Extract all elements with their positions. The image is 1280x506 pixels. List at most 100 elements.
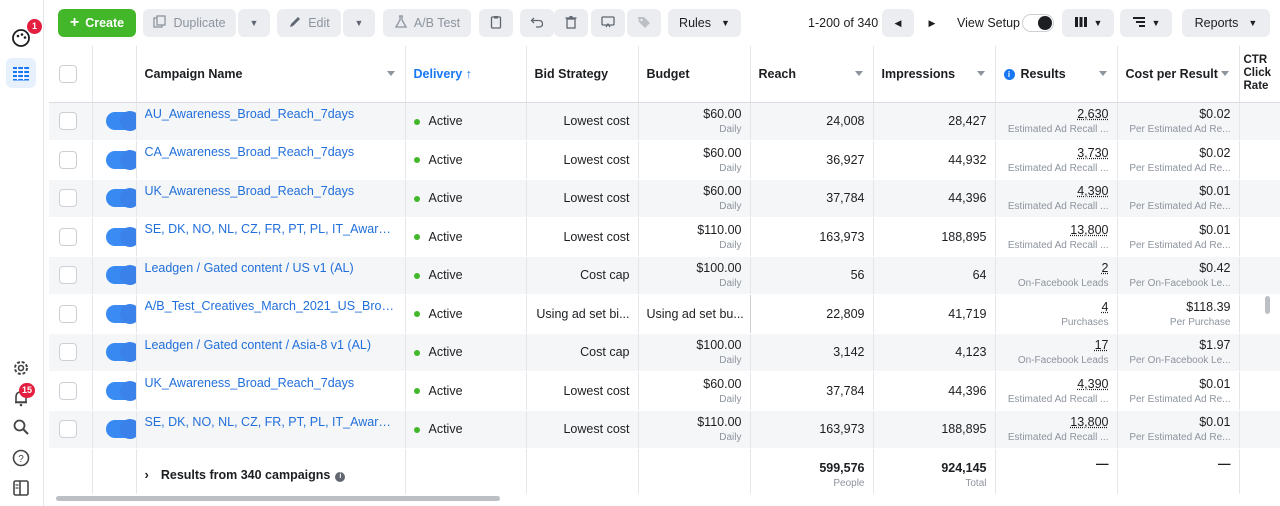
duplicate-button[interactable]: Duplicate <box>143 9 236 37</box>
caret-down-icon: ▼ <box>249 18 259 28</box>
results-cell: 4,390 Estimated Ad Recall ... <box>995 371 1118 411</box>
view-setup-toggle[interactable] <box>1022 14 1054 32</box>
table-row[interactable]: A/B_Test_Creatives_March_2021_US_Broad_.… <box>49 294 1280 334</box>
bid-strategy-cell[interactable]: Lowest cost <box>526 179 639 218</box>
budget-cell[interactable]: $60.00 Daily <box>638 179 751 218</box>
search-icon[interactable] <box>9 415 33 439</box>
row-checkbox[interactable] <box>59 304 77 323</box>
help-icon[interactable]: ? <box>9 446 33 470</box>
header-budget[interactable]: Budget <box>638 46 751 103</box>
edit-dropdown-button[interactable]: ▼ <box>343 9 375 37</box>
bid-strategy-cell[interactable]: Lowest cost <box>526 371 639 411</box>
table-row[interactable]: UK_Awareness_Broad_Reach_7days Active Lowe… <box>49 371 1280 411</box>
header-campaign-name[interactable]: Campaign Name <box>136 46 406 103</box>
row-checkbox[interactable] <box>59 343 77 362</box>
header-delivery[interactable]: Delivery ↑ <box>405 46 527 103</box>
tag-button[interactable] <box>627 9 661 37</box>
budget-cell[interactable]: Using ad set bu... <box>637 294 751 334</box>
campaign-on-off-toggle[interactable] <box>105 149 135 170</box>
table-row[interactable]: Leadgen / Gated content / Asia-8 v1 (AL)… <box>49 333 1280 372</box>
budget-cell[interactable]: $110.00 Daily <box>638 410 751 449</box>
header-ctr[interactable]: CTR Click Rate <box>1239 46 1280 103</box>
table-row[interactable]: SE, DK, NO, NL, CZ, FR, PT, PL, IT_Aware… <box>49 217 1280 257</box>
campaign-name-link[interactable]: A/B_Test_Creatives_March_2021_US_Broad_.… <box>145 299 397 313</box>
campaign-on-off-toggle[interactable] <box>105 419 135 440</box>
campaign-on-off-toggle[interactable] <box>105 265 135 286</box>
row-checkbox[interactable] <box>59 227 77 246</box>
ab-test-button[interactable]: A/B Test <box>383 9 471 37</box>
header-impressions[interactable]: Impressions <box>873 46 996 103</box>
bid-strategy-cell[interactable]: Lowest cost <box>526 102 639 141</box>
header-results[interactable]: i Results <box>995 46 1118 103</box>
campaign-name-link[interactable]: UK_Awareness_Broad_Reach_7days <box>145 376 397 390</box>
panel-icon[interactable] <box>9 476 33 500</box>
campaign-on-off-toggle[interactable] <box>105 111 135 132</box>
table-row[interactable]: CA_Awareness_Broad_Reach_7days Active Lowe… <box>49 140 1280 180</box>
table-row[interactable]: AU_Awareness_Broad_Reach_7days Active Lowe… <box>49 102 1280 141</box>
duplicate-dropdown-button[interactable]: ▼ <box>238 9 270 37</box>
vertical-scrollbar[interactable] <box>1265 296 1270 314</box>
table-row[interactable]: Leadgen / Gated content / US v1 (AL) Acti… <box>49 256 1280 295</box>
budget-cell[interactable]: $60.00 Daily <box>638 140 751 180</box>
undo-button[interactable] <box>520 9 554 37</box>
budget-cell[interactable]: $100.00 Daily <box>638 256 751 295</box>
summary-reach: 599,576 People <box>750 448 874 494</box>
edit-button[interactable]: Edit <box>277 9 341 37</box>
view-setup-label: View Setup <box>957 16 1021 30</box>
campaign-name-link[interactable]: CA_Awareness_Broad_Reach_7days <box>145 145 397 159</box>
breakdown-button[interactable]: ▼ <box>1120 9 1172 37</box>
budget-cell[interactable]: $60.00 Daily <box>638 371 751 411</box>
row-checkbox[interactable] <box>59 266 77 285</box>
clipboard-button[interactable] <box>479 9 513 37</box>
row-checkbox[interactable] <box>59 112 77 131</box>
delete-button[interactable] <box>554 9 588 37</box>
budget-cell[interactable]: $100.00 Daily <box>638 333 751 372</box>
campaign-on-off-toggle[interactable] <box>105 342 135 363</box>
bid-strategy-cell[interactable]: Lowest cost <box>526 217 639 257</box>
columns-button[interactable]: ▼ <box>1062 9 1114 37</box>
gear-icon[interactable] <box>9 356 33 380</box>
campaign-on-off-toggle[interactable] <box>105 380 135 401</box>
bid-strategy-cell[interactable]: Cost cap <box>526 333 639 372</box>
row-checkbox[interactable] <box>59 150 77 169</box>
header-reach[interactable]: Reach <box>750 46 874 103</box>
campaign-name-link[interactable]: SE, DK, NO, NL, CZ, FR, PT, PL, IT_Aware… <box>145 415 397 429</box>
preview-button[interactable] <box>591 9 625 37</box>
reports-button[interactable]: Reports ▼ <box>1182 9 1270 37</box>
row-checkbox[interactable] <box>59 420 77 439</box>
caret-right-icon: ▶ <box>928 17 936 28</box>
bid-strategy-cell[interactable]: Cost cap <box>526 256 639 295</box>
bid-strategy-cell[interactable]: Lowest cost <box>526 410 639 449</box>
campaign-name-link[interactable]: Leadgen / Gated content / Asia-8 v1 (AL) <box>145 338 397 352</box>
campaign-on-off-toggle[interactable] <box>105 188 135 209</box>
header-cost-per-result[interactable]: Cost per Result <box>1117 46 1240 103</box>
previous-page-button[interactable]: ◀ <box>882 9 914 37</box>
reach-cell: 56 <box>750 256 874 295</box>
bid-strategy-cell[interactable]: Using ad set bi... <box>526 294 639 334</box>
campaigns-table-icon[interactable] <box>6 58 36 88</box>
row-checkbox[interactable] <box>59 189 77 208</box>
header-bid-strategy[interactable]: Bid Strategy <box>526 46 639 103</box>
bid-strategy-cell[interactable]: Lowest cost <box>526 140 639 180</box>
summary-label-cell[interactable]: › Results from 340 campaigns i <box>136 448 406 494</box>
row-checkbox[interactable] <box>59 381 77 400</box>
campaign-name-link[interactable]: UK_Awareness_Broad_Reach_7days <box>145 184 397 198</box>
ctr-cell <box>1239 294 1280 334</box>
campaign-on-off-toggle[interactable] <box>105 226 135 247</box>
table-row[interactable]: SE, DK, NO, NL, CZ, FR, PT, PL, IT_Aware… <box>49 410 1280 449</box>
campaign-name-link[interactable]: SE, DK, NO, NL, CZ, FR, PT, PL, IT_Aware… <box>145 222 397 236</box>
campaign-on-off-toggle[interactable] <box>105 303 135 324</box>
table-row[interactable]: UK_Awareness_Broad_Reach_7days Active Lowe… <box>49 179 1280 218</box>
budget-cell[interactable]: $110.00 Daily <box>638 217 751 257</box>
horizontal-scrollbar[interactable] <box>56 496 500 501</box>
budget-cell[interactable]: $60.00 Daily <box>638 102 751 141</box>
cost-per-result-cell: $0.01 Per Estimated Ad Re... <box>1117 179 1240 218</box>
campaign-name-link[interactable]: AU_Awareness_Broad_Reach_7days <box>145 107 397 121</box>
clipboard-icon <box>489 15 503 32</box>
rules-button[interactable]: Rules ▼ <box>668 9 741 37</box>
create-button[interactable]: + Create <box>58 9 136 37</box>
breakdown-icon <box>1132 15 1146 32</box>
next-page-button[interactable]: ▶ <box>916 9 948 37</box>
select-all-checkbox[interactable] <box>59 64 77 83</box>
campaign-name-link[interactable]: Leadgen / Gated content / US v1 (AL) <box>145 261 397 275</box>
